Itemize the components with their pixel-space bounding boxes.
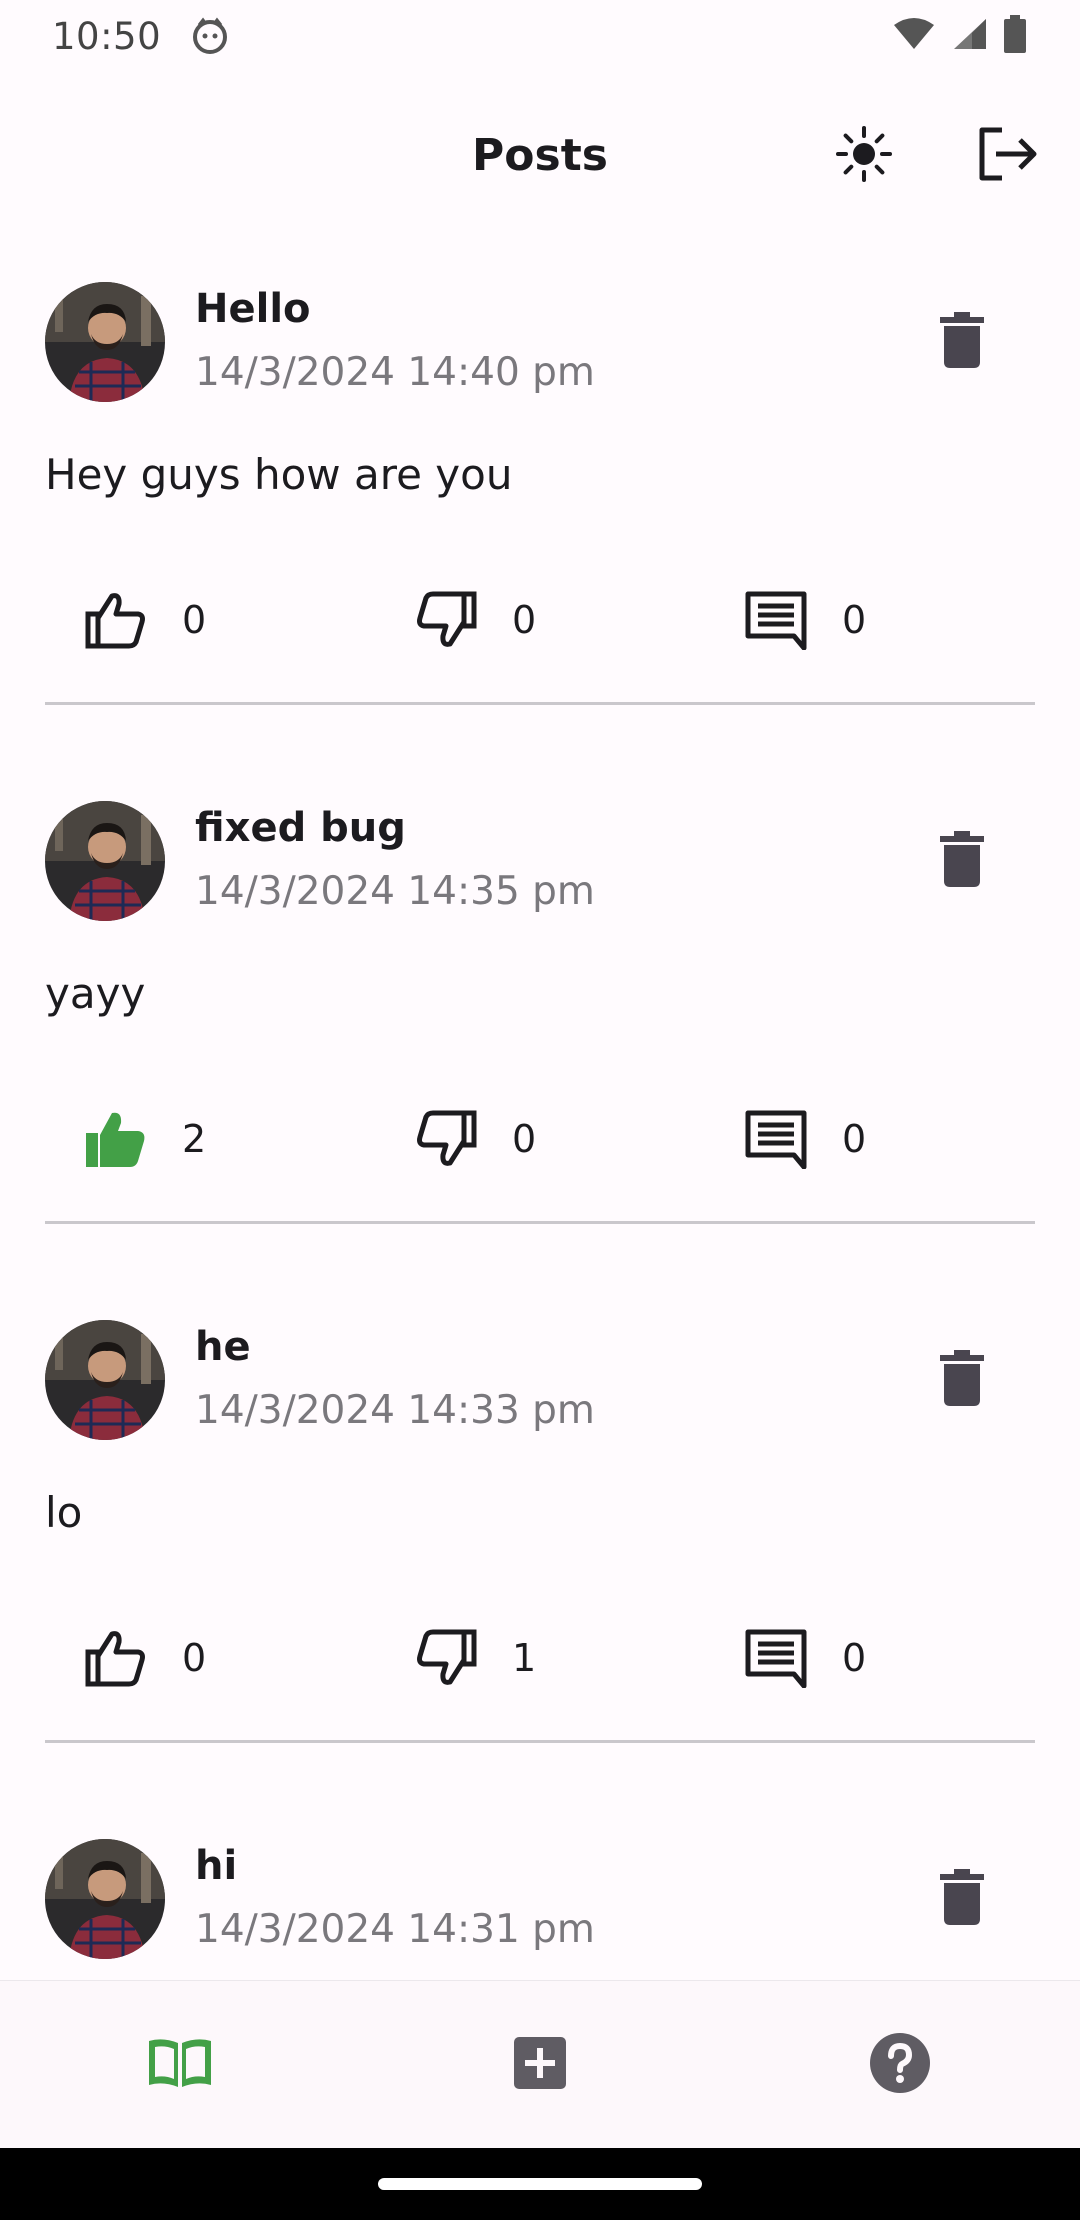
post-card: fixed bug 14/3/2024 14:35 pm yayy 2 0 0 <box>0 759 1080 1278</box>
avatar[interactable] <box>45 282 165 402</box>
status-bar: 10:50 <box>0 0 1080 72</box>
help-icon <box>869 2032 931 2098</box>
post-body: yayy <box>45 969 146 1018</box>
comment-button[interactable]: 0 <box>736 570 866 670</box>
thumb-down-icon <box>406 580 486 660</box>
like-count: 0 <box>182 598 207 642</box>
status-time: 10:50 <box>52 14 162 58</box>
dislike-button[interactable]: 1 <box>406 1608 536 1708</box>
dislike-button[interactable]: 0 <box>406 1089 536 1189</box>
nav-posts-tab[interactable] <box>130 2015 230 2115</box>
trash-icon <box>940 831 984 891</box>
comment-icon <box>736 1099 816 1179</box>
comment-count: 0 <box>842 1636 867 1680</box>
delete-post-button[interactable] <box>922 1859 1002 1939</box>
book-icon <box>145 2035 215 2095</box>
post-divider <box>45 1221 1035 1224</box>
post-title: fixed bug <box>195 805 406 851</box>
post-actions: 0 1 0 <box>0 1608 1080 1708</box>
trash-icon <box>940 312 984 372</box>
logout-icon <box>976 124 1040 188</box>
post-actions: 2 0 0 <box>0 1089 1080 1189</box>
posts-feed[interactable]: Hello 14/3/2024 14:40 pm Hey guys how ar… <box>0 240 1080 2220</box>
theme-toggle-button[interactable] <box>824 116 904 196</box>
thumb-up-icon <box>76 1099 156 1179</box>
dislike-count: 1 <box>512 1636 537 1680</box>
trash-icon <box>940 1350 984 1410</box>
logout-button[interactable] <box>968 116 1048 196</box>
system-gesture-bar <box>0 2148 1080 2220</box>
like-count: 0 <box>182 1636 207 1680</box>
home-gesture-handle[interactable] <box>378 2178 702 2190</box>
like-button[interactable]: 2 <box>76 1089 206 1189</box>
nav-help-tab[interactable] <box>850 2015 950 2115</box>
cellular-signal-icon <box>950 17 988 55</box>
thumb-down-icon <box>406 1618 486 1698</box>
post-body: Hey guys how are you <box>45 450 513 499</box>
post-divider <box>45 1740 1035 1743</box>
comment-button[interactable]: 0 <box>736 1608 866 1708</box>
post-timestamp: 14/3/2024 14:35 pm <box>195 869 595 914</box>
dislike-count: 0 <box>512 598 537 642</box>
thumb-down-icon <box>406 1099 486 1179</box>
post-actions: 0 0 0 <box>0 570 1080 670</box>
post-title: hi <box>195 1843 238 1889</box>
comment-count: 0 <box>842 598 867 642</box>
bottom-navigation <box>0 1980 1080 2148</box>
like-button[interactable]: 0 <box>76 570 206 670</box>
add-box-icon <box>512 2035 568 2095</box>
post-card: he 14/3/2024 14:33 pm lo 0 1 0 <box>0 1278 1080 1797</box>
post-card: Hello 14/3/2024 14:40 pm Hey guys how ar… <box>0 240 1080 759</box>
comment-count: 0 <box>842 1117 867 1161</box>
comment-icon <box>736 1618 816 1698</box>
post-divider <box>45 702 1035 705</box>
wifi-icon <box>892 17 936 55</box>
battery-icon <box>1002 15 1028 57</box>
thumb-up-icon <box>76 580 156 660</box>
like-button[interactable]: 0 <box>76 1608 206 1708</box>
page-title: Posts <box>472 130 608 181</box>
nav-add-post-tab[interactable] <box>490 2015 590 2115</box>
post-timestamp: 14/3/2024 14:33 pm <box>195 1388 595 1433</box>
avatar[interactable] <box>45 801 165 921</box>
dislike-count: 0 <box>512 1117 537 1161</box>
delete-post-button[interactable] <box>922 302 1002 382</box>
post-title: Hello <box>195 286 311 332</box>
sun-icon <box>834 124 894 188</box>
top-app-bar: Posts <box>0 100 1080 216</box>
delete-post-button[interactable] <box>922 821 1002 901</box>
thumb-up-icon <box>76 1618 156 1698</box>
notification-app-icon <box>191 17 229 55</box>
delete-post-button[interactable] <box>922 1340 1002 1420</box>
comment-icon <box>736 580 816 660</box>
comment-button[interactable]: 0 <box>736 1089 866 1189</box>
post-body: lo <box>45 1488 83 1537</box>
dislike-button[interactable]: 0 <box>406 570 536 670</box>
avatar[interactable] <box>45 1320 165 1440</box>
avatar[interactable] <box>45 1839 165 1959</box>
post-timestamp: 14/3/2024 14:40 pm <box>195 350 595 395</box>
like-count: 2 <box>182 1117 207 1161</box>
post-timestamp: 14/3/2024 14:31 pm <box>195 1907 595 1952</box>
post-title: he <box>195 1324 251 1370</box>
trash-icon <box>940 1869 984 1929</box>
